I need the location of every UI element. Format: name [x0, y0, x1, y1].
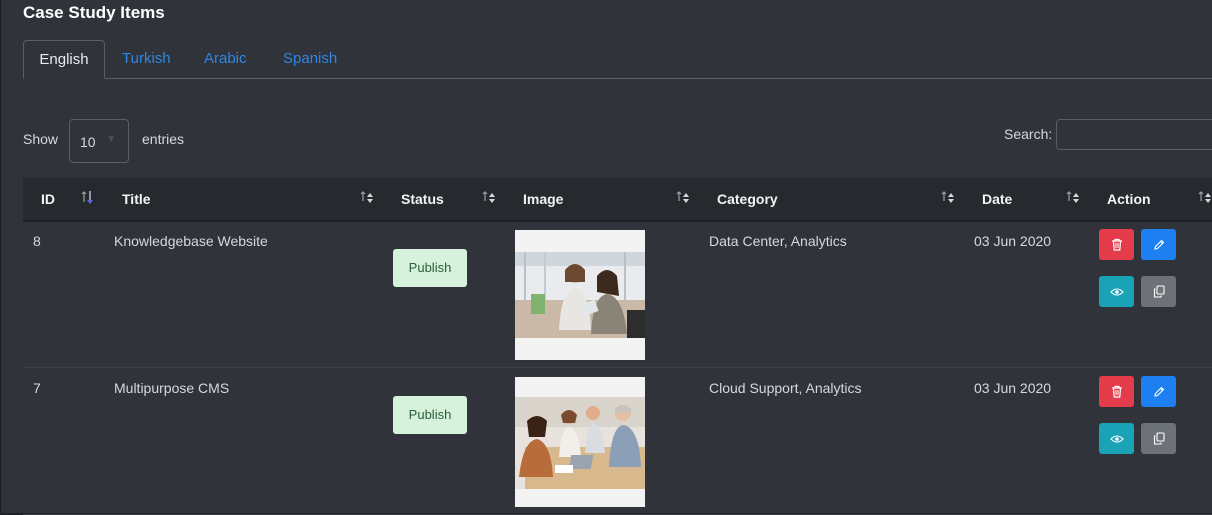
column-header-id[interactable]: ID	[41, 178, 55, 220]
sort-arrows-icon[interactable]	[676, 190, 690, 206]
table-header: ID Title Status Image Category Date Acti…	[23, 178, 1212, 222]
sort-arrows-icon[interactable]	[941, 190, 955, 206]
copy-icon	[1153, 285, 1165, 298]
eye-icon	[1109, 287, 1124, 296]
sort-desc-icon[interactable]	[81, 190, 95, 206]
copy-icon	[1153, 432, 1165, 445]
search-label: Search:	[1004, 126, 1053, 142]
column-header-status[interactable]: Status	[401, 178, 444, 220]
column-header-category[interactable]: Category	[717, 178, 778, 220]
show-label: Show	[23, 131, 59, 147]
tab-english[interactable]: English	[23, 40, 105, 79]
language-tabs: English Turkish Arabic Spanish	[23, 40, 1212, 79]
row-category: Data Center, Analytics	[709, 233, 847, 249]
table-row: 7 Multipurpose CMS Publish Cloud Support…	[23, 368, 1212, 515]
row-date: 03 Jun 2020	[974, 233, 1052, 249]
view-button[interactable]	[1099, 423, 1134, 454]
row-id: 7	[33, 380, 41, 396]
entries-select[interactable]: 10 ▼	[69, 119, 129, 163]
row-image	[515, 230, 645, 360]
row-id: 8	[33, 233, 41, 249]
case-study-panel: Case Study Items English Turkish Arabic …	[0, 0, 1212, 515]
sort-arrows-icon[interactable]	[482, 190, 496, 206]
tab-spanish[interactable]: Spanish	[283, 40, 337, 78]
sort-arrows-icon[interactable]	[360, 190, 374, 206]
office-team-tablet-photo	[515, 230, 645, 360]
sort-arrows-icon[interactable]	[1066, 190, 1080, 206]
row-category: Cloud Support, Analytics	[709, 380, 862, 396]
tab-arabic[interactable]: Arabic	[204, 40, 247, 78]
edit-button[interactable]	[1141, 376, 1176, 407]
edit-button[interactable]	[1141, 229, 1176, 260]
page-title: Case Study Items	[23, 3, 165, 22]
column-header-image[interactable]: Image	[523, 178, 563, 220]
status-badge: Publish	[393, 249, 467, 287]
table-row: 8 Knowledgebase Website Publish Data Cen…	[23, 221, 1212, 368]
duplicate-button[interactable]	[1141, 423, 1176, 454]
duplicate-button[interactable]	[1141, 276, 1176, 307]
pencil-icon	[1153, 386, 1164, 397]
delete-button[interactable]	[1099, 376, 1134, 407]
view-button[interactable]	[1099, 276, 1134, 307]
column-header-date[interactable]: Date	[982, 178, 1012, 220]
row-date: 03 Jun 2020	[974, 380, 1052, 396]
entries-value: 10	[80, 134, 96, 150]
tab-turkish[interactable]: Turkish	[122, 40, 171, 78]
entries-label: entries	[142, 131, 185, 147]
search-input[interactable]	[1056, 119, 1212, 150]
eye-icon	[1109, 434, 1124, 443]
delete-button[interactable]	[1099, 229, 1134, 260]
row-image	[515, 377, 645, 507]
row-title: Multipurpose CMS	[114, 380, 230, 396]
column-header-title[interactable]: Title	[122, 178, 151, 220]
team-meeting-laptop-photo	[515, 377, 645, 507]
chevron-down-icon: ▼	[106, 134, 116, 145]
status-badge: Publish	[393, 396, 467, 434]
row-title: Knowledgebase Website	[114, 233, 268, 249]
column-header-action[interactable]: Action	[1107, 178, 1151, 220]
trash-icon	[1111, 385, 1122, 398]
pencil-icon	[1153, 239, 1164, 250]
sort-arrows-icon[interactable]	[1198, 190, 1212, 206]
trash-icon	[1111, 238, 1122, 251]
